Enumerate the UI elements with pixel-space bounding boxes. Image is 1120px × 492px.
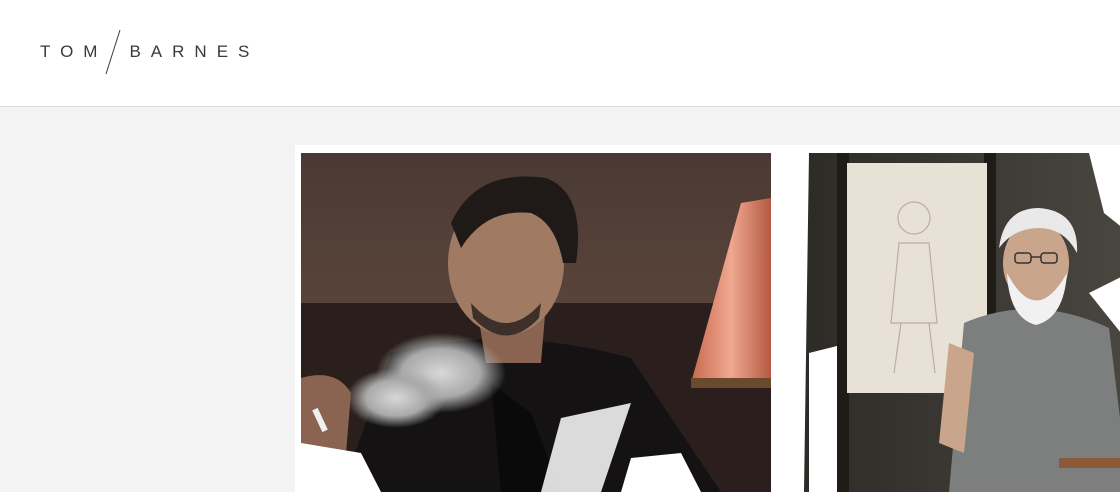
logo-last-name: BARNES	[129, 42, 260, 61]
logo-slash-divider	[105, 29, 121, 75]
logo-first-name: TOM	[40, 42, 108, 61]
photo-artist-easel-image	[789, 153, 1120, 492]
gallery-photo-artist-easel[interactable]	[789, 153, 1120, 492]
gallery-photo-smoking-man[interactable]	[301, 153, 771, 492]
site-logo[interactable]: TOM BARNES	[40, 28, 259, 76]
photo-gallery	[295, 145, 1120, 492]
site-header: TOM BARNES	[0, 0, 1120, 107]
photo-smoking-man-image	[301, 153, 771, 492]
